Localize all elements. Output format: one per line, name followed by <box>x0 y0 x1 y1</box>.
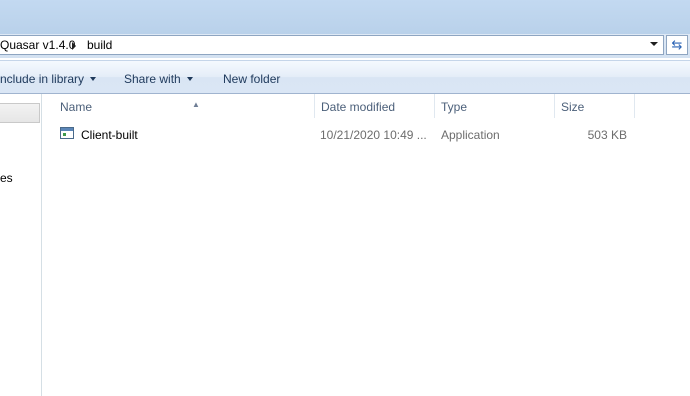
application-icon <box>60 127 74 139</box>
breadcrumb-build[interactable]: build <box>87 38 112 52</box>
file-row[interactable]: Client-built 10/21/2020 10:49 ... Applic… <box>42 126 690 146</box>
include-in-library-button[interactable]: nclude in library <box>0 72 97 86</box>
nav-item-selected[interactable] <box>0 103 40 123</box>
file-name[interactable]: Client-built <box>81 128 138 142</box>
column-name-label: Name <box>60 100 93 114</box>
refresh-icon: ⇆ <box>671 37 683 52</box>
command-bar: nclude in library Share with New folder <box>0 60 690 94</box>
nav-item-label[interactable]: es <box>0 171 13 185</box>
refresh-button[interactable]: ⇆ <box>666 35 688 55</box>
new-folder-button[interactable]: New folder <box>223 72 280 86</box>
column-type-label: Type <box>441 100 468 114</box>
share-with-label: Share with <box>124 72 181 86</box>
share-with-button[interactable]: Share with <box>124 72 193 86</box>
window-title-bar <box>0 0 690 34</box>
address-dropdown-icon[interactable] <box>650 42 658 46</box>
chevron-down-icon <box>90 77 97 81</box>
column-date-label: Date modified <box>321 100 396 114</box>
file-size: 503 KB <box>587 128 627 142</box>
file-type: Application <box>441 128 500 142</box>
column-header-size[interactable]: Size <box>555 94 635 118</box>
breadcrumb-separator-icon[interactable] <box>72 42 76 50</box>
chevron-down-icon <box>186 77 193 81</box>
column-header-name[interactable]: Name ▲ <box>54 94 315 118</box>
file-list: Name ▲ Date modified Type Size Client-bu… <box>42 94 690 396</box>
sort-ascending-icon: ▲ <box>192 100 200 109</box>
column-size-label: Size <box>561 100 585 114</box>
new-folder-label: New folder <box>223 72 281 86</box>
column-header-date[interactable]: Date modified <box>315 94 435 118</box>
include-in-library-label: nclude in library <box>0 72 85 86</box>
navigation-pane: es <box>0 94 42 396</box>
address-box[interactable]: Quasar v1.4.0 build <box>0 35 664 55</box>
column-header-type[interactable]: Type <box>435 94 555 118</box>
file-date: 10/21/2020 10:49 ... <box>320 128 427 142</box>
address-bar: Quasar v1.4.0 build ⇆ <box>0 34 690 58</box>
breadcrumb-quasar[interactable]: Quasar v1.4.0 <box>0 38 75 52</box>
